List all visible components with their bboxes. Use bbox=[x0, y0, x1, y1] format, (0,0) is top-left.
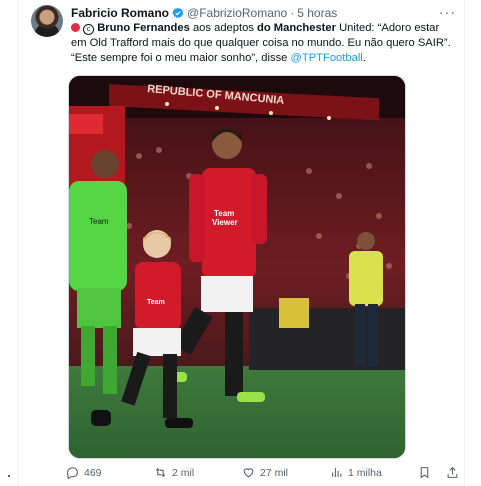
reply-button[interactable]: 469 bbox=[66, 466, 102, 479]
copyright-icon: c bbox=[83, 24, 95, 35]
svg-text:Team: Team bbox=[214, 209, 234, 218]
timeline-right-border bbox=[464, 0, 465, 486]
like-button[interactable]: 27 mil bbox=[242, 466, 288, 479]
text-end: . bbox=[362, 52, 366, 64]
views-button[interactable]: 1 milha bbox=[330, 466, 382, 479]
stadium-photo-illustration: REPUBLIC OF MANCUNIA Team Team Viewer Te… bbox=[69, 76, 405, 458]
mention-link[interactable]: @TPTFootball bbox=[291, 52, 363, 64]
views-count: 1 milha bbox=[348, 466, 382, 479]
text-segment-1: aos adeptos bbox=[189, 22, 258, 34]
text-bold-club: do Manchester bbox=[257, 22, 336, 34]
repost-icon bbox=[155, 467, 166, 478]
tweet-photo[interactable]: REPUBLIC OF MANCUNIA Team Team Viewer Te… bbox=[68, 75, 406, 459]
verified-badge-icon bbox=[172, 7, 184, 18]
views-chart-icon bbox=[332, 468, 342, 477]
svg-text:Team: Team bbox=[89, 217, 109, 226]
timestamp[interactable]: 5 horas bbox=[297, 6, 337, 20]
tweet-text: c Bruno Fernandes aos adeptos do Manches… bbox=[71, 21, 457, 66]
svg-text:Team: Team bbox=[147, 299, 165, 306]
tweet[interactable]: Fabricio Romano @FabrizioRomano · 5 hora… bbox=[19, 0, 464, 486]
bookmark-button[interactable] bbox=[418, 466, 436, 479]
share-icon bbox=[447, 466, 458, 478]
bookmark-icon bbox=[420, 467, 429, 479]
like-count: 27 mil bbox=[260, 466, 289, 479]
edge-marker bbox=[8, 475, 10, 477]
text-bold-name: Bruno Fernandes bbox=[97, 22, 190, 34]
reply-count: 469 bbox=[84, 466, 102, 479]
tweet-header: Fabricio Romano @FabrizioRomano · 5 hora… bbox=[71, 4, 456, 22]
author-handle[interactable]: @FabrizioRomano bbox=[187, 6, 287, 20]
more-options-icon[interactable]: ··· bbox=[439, 4, 456, 20]
repost-button[interactable]: 2 mil bbox=[154, 466, 194, 479]
red-circle-emoji-icon bbox=[71, 23, 80, 32]
author-name[interactable]: Fabricio Romano bbox=[71, 6, 169, 20]
svg-text:Viewer: Viewer bbox=[212, 218, 238, 227]
header-separator: · bbox=[290, 6, 295, 20]
repost-count: 2 mil bbox=[172, 466, 195, 479]
avatar[interactable] bbox=[31, 5, 63, 37]
share-button[interactable] bbox=[446, 466, 464, 479]
reply-icon bbox=[66, 467, 78, 479]
heart-icon bbox=[243, 468, 254, 478]
tweet-actions: 469 2 mil 27 mil 1 milha bbox=[66, 466, 462, 484]
